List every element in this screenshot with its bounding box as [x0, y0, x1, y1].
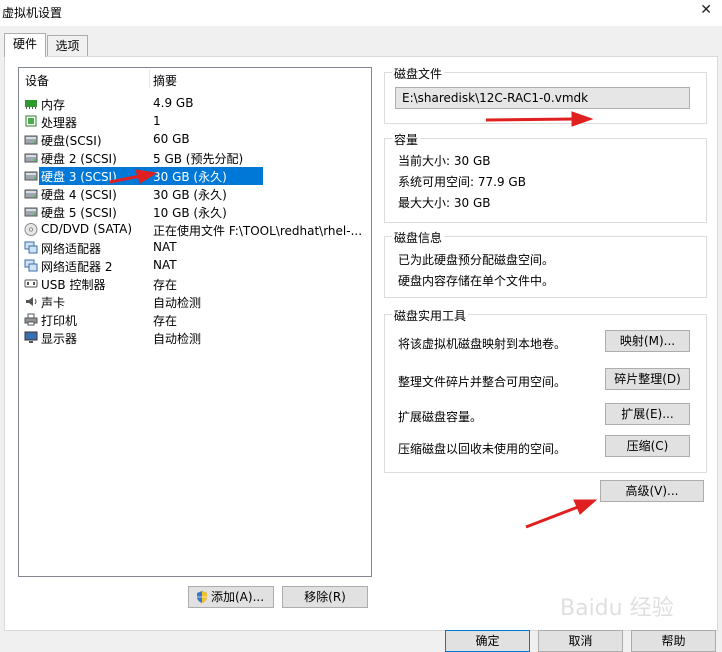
compact-button[interactable]: 压缩(C) — [605, 435, 690, 457]
harddisk-icon — [24, 151, 38, 164]
expand-button[interactable]: 扩展(E)... — [605, 403, 690, 425]
column-divider[interactable] — [149, 70, 150, 88]
disk-info-group-label: 磁盘信息 — [392, 229, 445, 246]
add-button-label: 添加(A)... — [211, 590, 265, 604]
device-row[interactable]: CD/DVD (SATA) 正在使用文件 F:\TOOL\redhat\rhel-… — [19, 221, 371, 239]
device-row[interactable]: 显示器 自动检测 — [19, 329, 371, 347]
device-summary: 30 GB (永久) — [153, 188, 227, 202]
advanced-button[interactable]: 高级(V)... — [600, 480, 704, 502]
device-summary: NAT — [153, 240, 177, 254]
device-summary: 自动检测 — [153, 332, 202, 346]
tab-options[interactable]: 选项 — [47, 35, 88, 56]
available-space-text: 系统可用空间: 77.9 GB — [398, 175, 526, 189]
printer-icon — [24, 313, 38, 326]
device-summary: 4.9 GB — [153, 96, 194, 110]
device-row[interactable]: 网络适配器 2 NAT — [19, 257, 371, 275]
device-row[interactable]: 声卡 自动检测 — [19, 293, 371, 311]
device-name: 硬盘 4 (SCSI) — [41, 188, 117, 202]
sound-card-icon — [24, 295, 38, 308]
disk-file-group-label: 磁盘文件 — [392, 65, 445, 82]
network-adapter-icon — [24, 241, 38, 254]
capacity-group-label: 容量 — [392, 131, 421, 148]
device-row[interactable]: 硬盘(SCSI) 60 GB — [19, 131, 371, 149]
device-summary: 60 GB — [153, 132, 190, 146]
map-description: 将该虚拟机磁盘映射到本地卷。 — [398, 337, 567, 351]
device-summary: 30 GB (永久) — [153, 170, 227, 184]
device-row[interactable]: 硬盘 2 (SCSI) 5 GB (预先分配) — [19, 149, 371, 167]
device-name: CD/DVD (SATA) — [41, 222, 133, 236]
expand-description: 扩展磁盘容量。 — [398, 410, 483, 424]
device-row[interactable]: 硬盘 4 (SCSI) 30 GB (永久) — [19, 185, 371, 203]
disk-info-line-1: 已为此硬盘预分配磁盘空间。 — [398, 253, 555, 267]
device-list-header: 设备 摘要 — [19, 68, 371, 90]
display-icon — [24, 331, 38, 344]
device-row[interactable]: 打印机 存在 — [19, 311, 371, 329]
device-name: 硬盘 2 (SCSI) — [41, 152, 117, 166]
max-size-text: 最大大小: 30 GB — [398, 196, 491, 210]
title-bar: 虚拟机设置 ✕ — [0, 0, 722, 26]
harddisk-icon — [24, 205, 38, 218]
defrag-description: 整理文件碎片并整合可用空间。 — [398, 375, 567, 389]
current-size-text: 当前大小: 30 GB — [398, 154, 491, 168]
column-device-header[interactable]: 设备 — [25, 72, 49, 89]
device-summary: 自动检测 — [153, 296, 202, 310]
device-name: 硬盘 3 (SCSI) — [41, 170, 117, 184]
device-name: 硬盘(SCSI) — [41, 134, 102, 148]
add-button[interactable]: 添加(A)... — [188, 586, 274, 608]
defragment-button[interactable]: 碎片整理(D) — [605, 368, 690, 390]
device-name: USB 控制器 — [41, 278, 106, 292]
device-name: 显示器 — [41, 332, 78, 346]
harddisk-icon — [24, 187, 38, 200]
device-row[interactable]: 处理器 1 — [19, 113, 371, 131]
device-summary: NAT — [153, 258, 177, 272]
device-row[interactable]: 网络适配器 NAT — [19, 239, 371, 257]
device-summary: 5 GB (预先分配) — [153, 152, 244, 166]
memory-icon — [24, 97, 38, 110]
compact-description: 压缩磁盘以回收未使用的空间。 — [398, 442, 567, 456]
network-adapter-icon — [24, 259, 38, 272]
harddisk-icon — [24, 169, 38, 182]
device-row[interactable]: 内存 4.9 GB — [19, 95, 371, 113]
device-name: 硬盘 5 (SCSI) — [41, 206, 117, 220]
shield-icon — [197, 591, 207, 603]
disk-info-line-2: 硬盘内容存储在单个文件中。 — [398, 274, 555, 288]
device-row[interactable]: 硬盘 5 (SCSI) 10 GB (永久) — [19, 203, 371, 221]
processor-icon — [24, 115, 38, 128]
device-name: 处理器 — [41, 116, 78, 130]
disk-file-path-field[interactable]: E:\sharedisk\12C-RAC1-0.vmdk — [395, 87, 690, 109]
device-name: 声卡 — [41, 296, 66, 310]
close-icon[interactable]: ✕ — [700, 2, 712, 18]
device-name: 网络适配器 — [41, 242, 102, 256]
usb-icon — [24, 277, 38, 290]
device-summary: 10 GB (永久) — [153, 206, 227, 220]
baidu-watermark: Baidu 经验 — [560, 596, 674, 621]
device-list[interactable]: 设备 摘要 内存 4.9 GB 处理器 1 硬盘(SCSI) 60 GB 硬盘 2 (SCS… — [18, 67, 372, 577]
device-row[interactable]: USB 控制器 存在 — [19, 275, 371, 293]
column-summary-header[interactable]: 摘要 — [153, 72, 177, 89]
device-summary: 1 — [153, 114, 161, 128]
device-row[interactable]: 硬盘 3 (SCSI) 30 GB (永久) — [19, 167, 371, 185]
device-summary: 存在 — [153, 278, 178, 292]
harddisk-icon — [24, 133, 38, 146]
tab-hardware[interactable]: 硬件 — [4, 33, 46, 57]
window-title: 虚拟机设置 — [2, 6, 63, 20]
device-name: 网络适配器 2 — [41, 260, 113, 274]
remove-button[interactable]: 移除(R) — [282, 586, 368, 608]
disk-utilities-group-label: 磁盘实用工具 — [392, 307, 469, 324]
device-summary: 存在 — [153, 314, 178, 328]
map-button[interactable]: 映射(M)... — [605, 330, 690, 352]
device-name: 内存 — [41, 98, 66, 112]
device-name: 打印机 — [41, 314, 78, 328]
cd-dvd-icon — [24, 223, 38, 236]
device-summary: 正在使用文件 F:\TOOL\redhat\rhel-... — [153, 224, 363, 238]
